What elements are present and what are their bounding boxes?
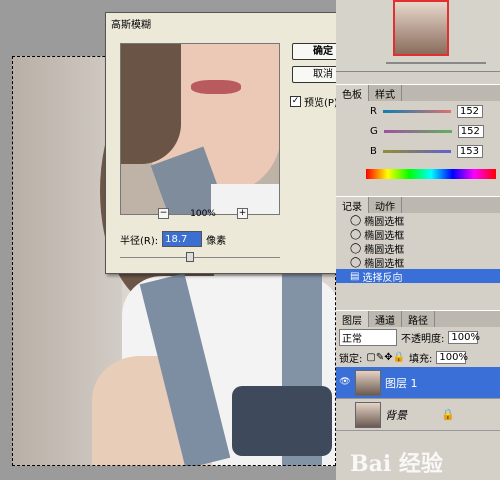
layer-name: 背景: [385, 408, 407, 422]
history-item-label: 椭圆选框: [364, 258, 405, 270]
history-item-selected[interactable]: ▤ 选择反向: [336, 269, 500, 284]
radius-slider[interactable]: [120, 252, 280, 262]
layer-row[interactable]: 👁 图层 1: [336, 367, 500, 399]
watermark: Bai 经验: [350, 451, 443, 477]
layers-panel-tabs: 图层 通道 路径: [336, 311, 500, 327]
dialog-title: 高斯模糊: [106, 13, 366, 31]
layer-thumbnail: [355, 369, 381, 396]
ellipse-icon: ◯: [350, 242, 362, 254]
channel-label: R: [370, 105, 377, 117]
navigator-panel: [336, 0, 500, 72]
lock-icon[interactable]: ▢✎✥🔒: [366, 352, 405, 363]
radius-slider-thumb[interactable]: [186, 252, 194, 262]
zoom-level: 100%: [190, 208, 216, 219]
ellipse-icon: ◯: [350, 256, 362, 268]
image-shirt-print: [232, 386, 332, 456]
history-item-label: 椭圆选框: [364, 216, 405, 228]
tab-channels[interactable]: 通道: [369, 311, 402, 327]
history-panel-tabs: 记录 动作: [336, 197, 500, 213]
channel-label: G: [370, 125, 378, 137]
lock-icon: 🔒: [441, 408, 455, 421]
tab-history[interactable]: 记录: [336, 197, 369, 213]
radius-input[interactable]: [162, 231, 203, 247]
blend-mode-select[interactable]: 正常: [339, 328, 397, 346]
r-value[interactable]: 152: [456, 104, 483, 118]
preview-checkbox[interactable]: ✓: [290, 96, 301, 107]
panel-dock: 色板 样式 R 152 G 152 B 153 记录 动作 ◯ 椭圆选框 ◯ 椭圆选…: [336, 0, 500, 480]
history-item[interactable]: ◯ 椭圆选框: [336, 227, 500, 242]
tab-styles[interactable]: 样式: [369, 85, 402, 101]
tab-swatches[interactable]: 色板: [336, 85, 369, 101]
eye-icon[interactable]: 👁: [339, 377, 351, 389]
history-item-label: 选择反向: [362, 272, 403, 284]
tab-layers[interactable]: 图层: [336, 311, 369, 327]
preview-zoom-bar: − 100% +: [158, 208, 248, 219]
preview-lips: [191, 80, 241, 94]
color-row-r: R 152: [336, 101, 500, 121]
history-item[interactable]: ◯ 椭圆选框: [336, 255, 500, 270]
opacity-label: 不透明度:: [401, 333, 445, 345]
visibility-box[interactable]: [339, 409, 351, 421]
preview-label: 预览(P): [304, 98, 338, 109]
color-row-b: B 153: [336, 141, 500, 161]
zoom-out-button[interactable]: −: [158, 208, 169, 219]
color-panel-tabs: 色板 样式: [336, 85, 500, 101]
r-slider[interactable]: [382, 109, 451, 113]
history-item-label: 椭圆选框: [364, 244, 405, 256]
fill-label: 填充:: [409, 353, 433, 365]
color-spectrum[interactable]: [366, 169, 496, 179]
layer-name: 图层 1: [385, 376, 418, 390]
g-value[interactable]: 152: [457, 124, 484, 138]
blend-row: 正常 不透明度: 100%: [336, 327, 500, 347]
gaussian-blur-dialog: 高斯模糊 × − 100% + 确定 取消 ✓ 预览(P) 半径(R): 像素: [105, 12, 367, 274]
tab-paths[interactable]: 路径: [402, 311, 435, 327]
navigator-zoom-slider[interactable]: [386, 62, 486, 64]
radius-control: 半径(R): 像素: [120, 231, 226, 247]
radius-unit: 像素: [206, 235, 227, 247]
navigator-thumbnail[interactable]: [393, 0, 449, 56]
ellipse-icon: ◯: [350, 228, 362, 240]
history-item-label: 椭圆选框: [364, 230, 405, 242]
blur-preview[interactable]: [120, 43, 280, 215]
tab-actions[interactable]: 动作: [369, 197, 402, 213]
color-row-g: G 152: [336, 121, 500, 141]
layer-row[interactable]: 背景 🔒: [336, 399, 500, 431]
b-value[interactable]: 153: [456, 144, 483, 158]
ellipse-icon: ◯: [350, 214, 362, 226]
preview-toggle[interactable]: ✓ 预览(P): [290, 94, 338, 109]
layer-thumbnail: [355, 401, 381, 428]
opacity-input[interactable]: 100%: [448, 330, 480, 344]
zoom-in-button[interactable]: +: [236, 208, 248, 219]
history-item[interactable]: ◯ 椭圆选框: [336, 213, 500, 228]
history-item[interactable]: ◯ 椭圆选框: [336, 241, 500, 256]
color-panel: 色板 样式 R 152 G 152 B 153: [336, 84, 500, 180]
lock-label: 锁定:: [339, 353, 363, 365]
lock-row: 锁定: ▢✎✥🔒 填充: 100%: [336, 347, 500, 367]
radius-label: 半径(R):: [120, 235, 159, 247]
g-slider[interactable]: [383, 129, 452, 133]
history-panel: 记录 动作 ◯ 椭圆选框 ◯ 椭圆选框 ◯ 椭圆选框 ◯ 椭圆选框 ▤ 选择反向: [336, 196, 500, 296]
fill-input[interactable]: 100%: [436, 350, 468, 364]
history-step-icon: ▤: [350, 270, 360, 282]
preview-hair: [121, 44, 181, 164]
b-slider[interactable]: [382, 149, 451, 153]
channel-label: B: [370, 145, 377, 157]
